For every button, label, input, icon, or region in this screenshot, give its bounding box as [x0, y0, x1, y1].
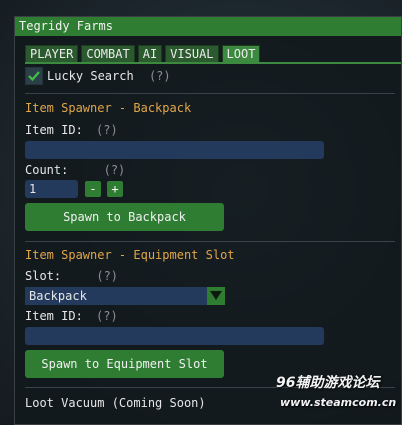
separator [25, 241, 395, 242]
separator [25, 93, 395, 94]
tab-combat[interactable]: COMBAT [81, 45, 135, 63]
slot-help[interactable]: (?) [96, 269, 118, 283]
equipment-item-id-row: Item ID: (?) [25, 309, 118, 323]
watermark-url: www.steamcom.cn [280, 396, 397, 409]
spawn-to-equipment-slot-button[interactable]: Spawn to Equipment Slot [25, 350, 224, 378]
count-help[interactable]: (?) [104, 163, 126, 177]
equipment-item-id-help[interactable]: (?) [96, 309, 118, 323]
count-row: Count: (?) [25, 163, 125, 177]
tab-player[interactable]: PLAYER [25, 45, 79, 63]
backpack-item-id-input[interactable] [25, 141, 324, 159]
checkmark-icon [28, 71, 40, 82]
backpack-item-id-label: Item ID: [25, 123, 83, 137]
tab-visual[interactable]: VISUAL [165, 45, 219, 63]
watermark-forum: 96辅助游戏论坛 [276, 375, 380, 391]
slot-dropdown[interactable]: Backpack [25, 287, 225, 305]
tab-underline [25, 62, 401, 64]
chevron-down-icon[interactable] [207, 287, 225, 305]
equipment-section-title: Item Spawner - Equipment Slot [25, 248, 235, 262]
loot-vacuum-label: Loot Vacuum (Coming Soon) [25, 396, 206, 410]
count-input[interactable]: 1 [25, 180, 78, 198]
tab-bar: PLAYER COMBAT AI VISUAL LOOT [25, 45, 261, 63]
equipment-item-id-label: Item ID: [25, 309, 83, 323]
window-title[interactable]: Tegridy Farms [15, 17, 401, 36]
count-increment-button[interactable]: + [107, 181, 123, 197]
slot-row: Slot: (?) [25, 269, 118, 283]
count-decrement-button[interactable]: - [85, 181, 101, 197]
lucky-search-help[interactable]: (?) [149, 69, 171, 83]
tab-ai[interactable]: AI [137, 45, 163, 63]
slot-selected-value: Backpack [29, 289, 87, 303]
lucky-search-row: Lucky Search (?) [47, 69, 171, 83]
tab-loot[interactable]: LOOT [221, 45, 261, 63]
equipment-item-id-input[interactable] [25, 327, 324, 345]
backpack-item-id-row: Item ID: (?) [25, 123, 118, 137]
cheat-menu-window: Tegridy Farms PLAYER COMBAT AI VISUAL LO… [14, 16, 402, 425]
backpack-section-title: Item Spawner - Backpack [25, 101, 192, 115]
backpack-item-id-help[interactable]: (?) [96, 123, 118, 137]
slot-label: Slot: [25, 269, 62, 283]
lucky-search-label: Lucky Search [47, 69, 134, 83]
count-label: Count: [25, 163, 69, 177]
spawn-to-backpack-button[interactable]: Spawn to Backpack [25, 203, 224, 231]
lucky-search-checkbox[interactable] [25, 67, 43, 85]
